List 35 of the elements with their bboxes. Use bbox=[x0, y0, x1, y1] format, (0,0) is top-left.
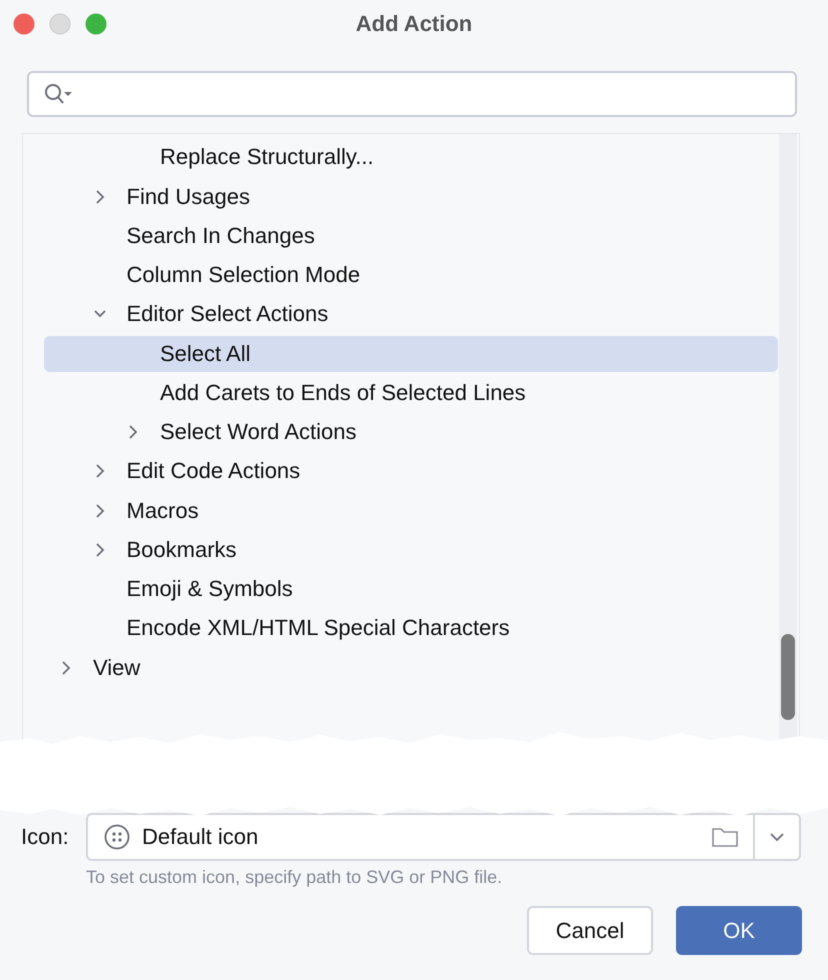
tree-item[interactable]: Find Usages bbox=[44, 178, 778, 214]
chevron-right-icon[interactable] bbox=[60, 660, 72, 676]
scrollbar-thumb[interactable] bbox=[781, 634, 795, 720]
chevron-right-icon[interactable] bbox=[127, 424, 139, 440]
tree-item[interactable]: Editor Select Actions bbox=[44, 296, 778, 332]
search-field[interactable] bbox=[27, 71, 797, 117]
tree-item[interactable]: Edit Code Actions bbox=[44, 453, 778, 490]
ok-button[interactable]: OK bbox=[676, 906, 802, 955]
tree-item[interactable]: Column Selection Mode bbox=[44, 257, 778, 293]
tree-item[interactable]: Select All bbox=[44, 336, 778, 372]
icon-label: Icon: bbox=[21, 824, 70, 850]
combo-value: Default icon bbox=[142, 824, 258, 850]
tree-item[interactable]: Emoji & Symbols bbox=[44, 571, 778, 607]
chevron-right-icon[interactable] bbox=[94, 188, 106, 204]
icon-combo-box[interactable]: Default icon bbox=[86, 813, 801, 861]
tree-item[interactable]: Search In Changes bbox=[44, 218, 778, 254]
tree-item[interactable]: View bbox=[44, 650, 778, 686]
tree-item[interactable]: Encode XML/HTML Special Characters bbox=[44, 610, 778, 646]
tree-item[interactable]: Macros bbox=[44, 492, 778, 528]
close-button[interactable] bbox=[13, 13, 35, 35]
tree-item[interactable]: Select Word Actions bbox=[44, 414, 778, 450]
window-title: Add Action bbox=[356, 11, 472, 37]
search-icon bbox=[43, 82, 73, 106]
chevron-right-icon[interactable] bbox=[94, 502, 106, 518]
folder-icon[interactable] bbox=[711, 825, 739, 849]
tree-item[interactable]: Replace Structurally... bbox=[44, 139, 778, 176]
chevron-down-icon[interactable] bbox=[769, 831, 785, 843]
chevron-right-icon[interactable] bbox=[94, 542, 106, 558]
chevron-right-icon[interactable] bbox=[94, 463, 106, 480]
hint-text: To set custom icon, specify path to SVG or PNG file. bbox=[86, 867, 504, 888]
tree-item[interactable]: Add Carets to Ends of Selected Lines bbox=[44, 374, 778, 411]
dots-icon bbox=[104, 824, 130, 850]
tree-item[interactable]: Bookmarks bbox=[44, 532, 778, 568]
cancel-button[interactable]: Cancel bbox=[527, 906, 653, 955]
zoom-button[interactable] bbox=[85, 13, 107, 35]
